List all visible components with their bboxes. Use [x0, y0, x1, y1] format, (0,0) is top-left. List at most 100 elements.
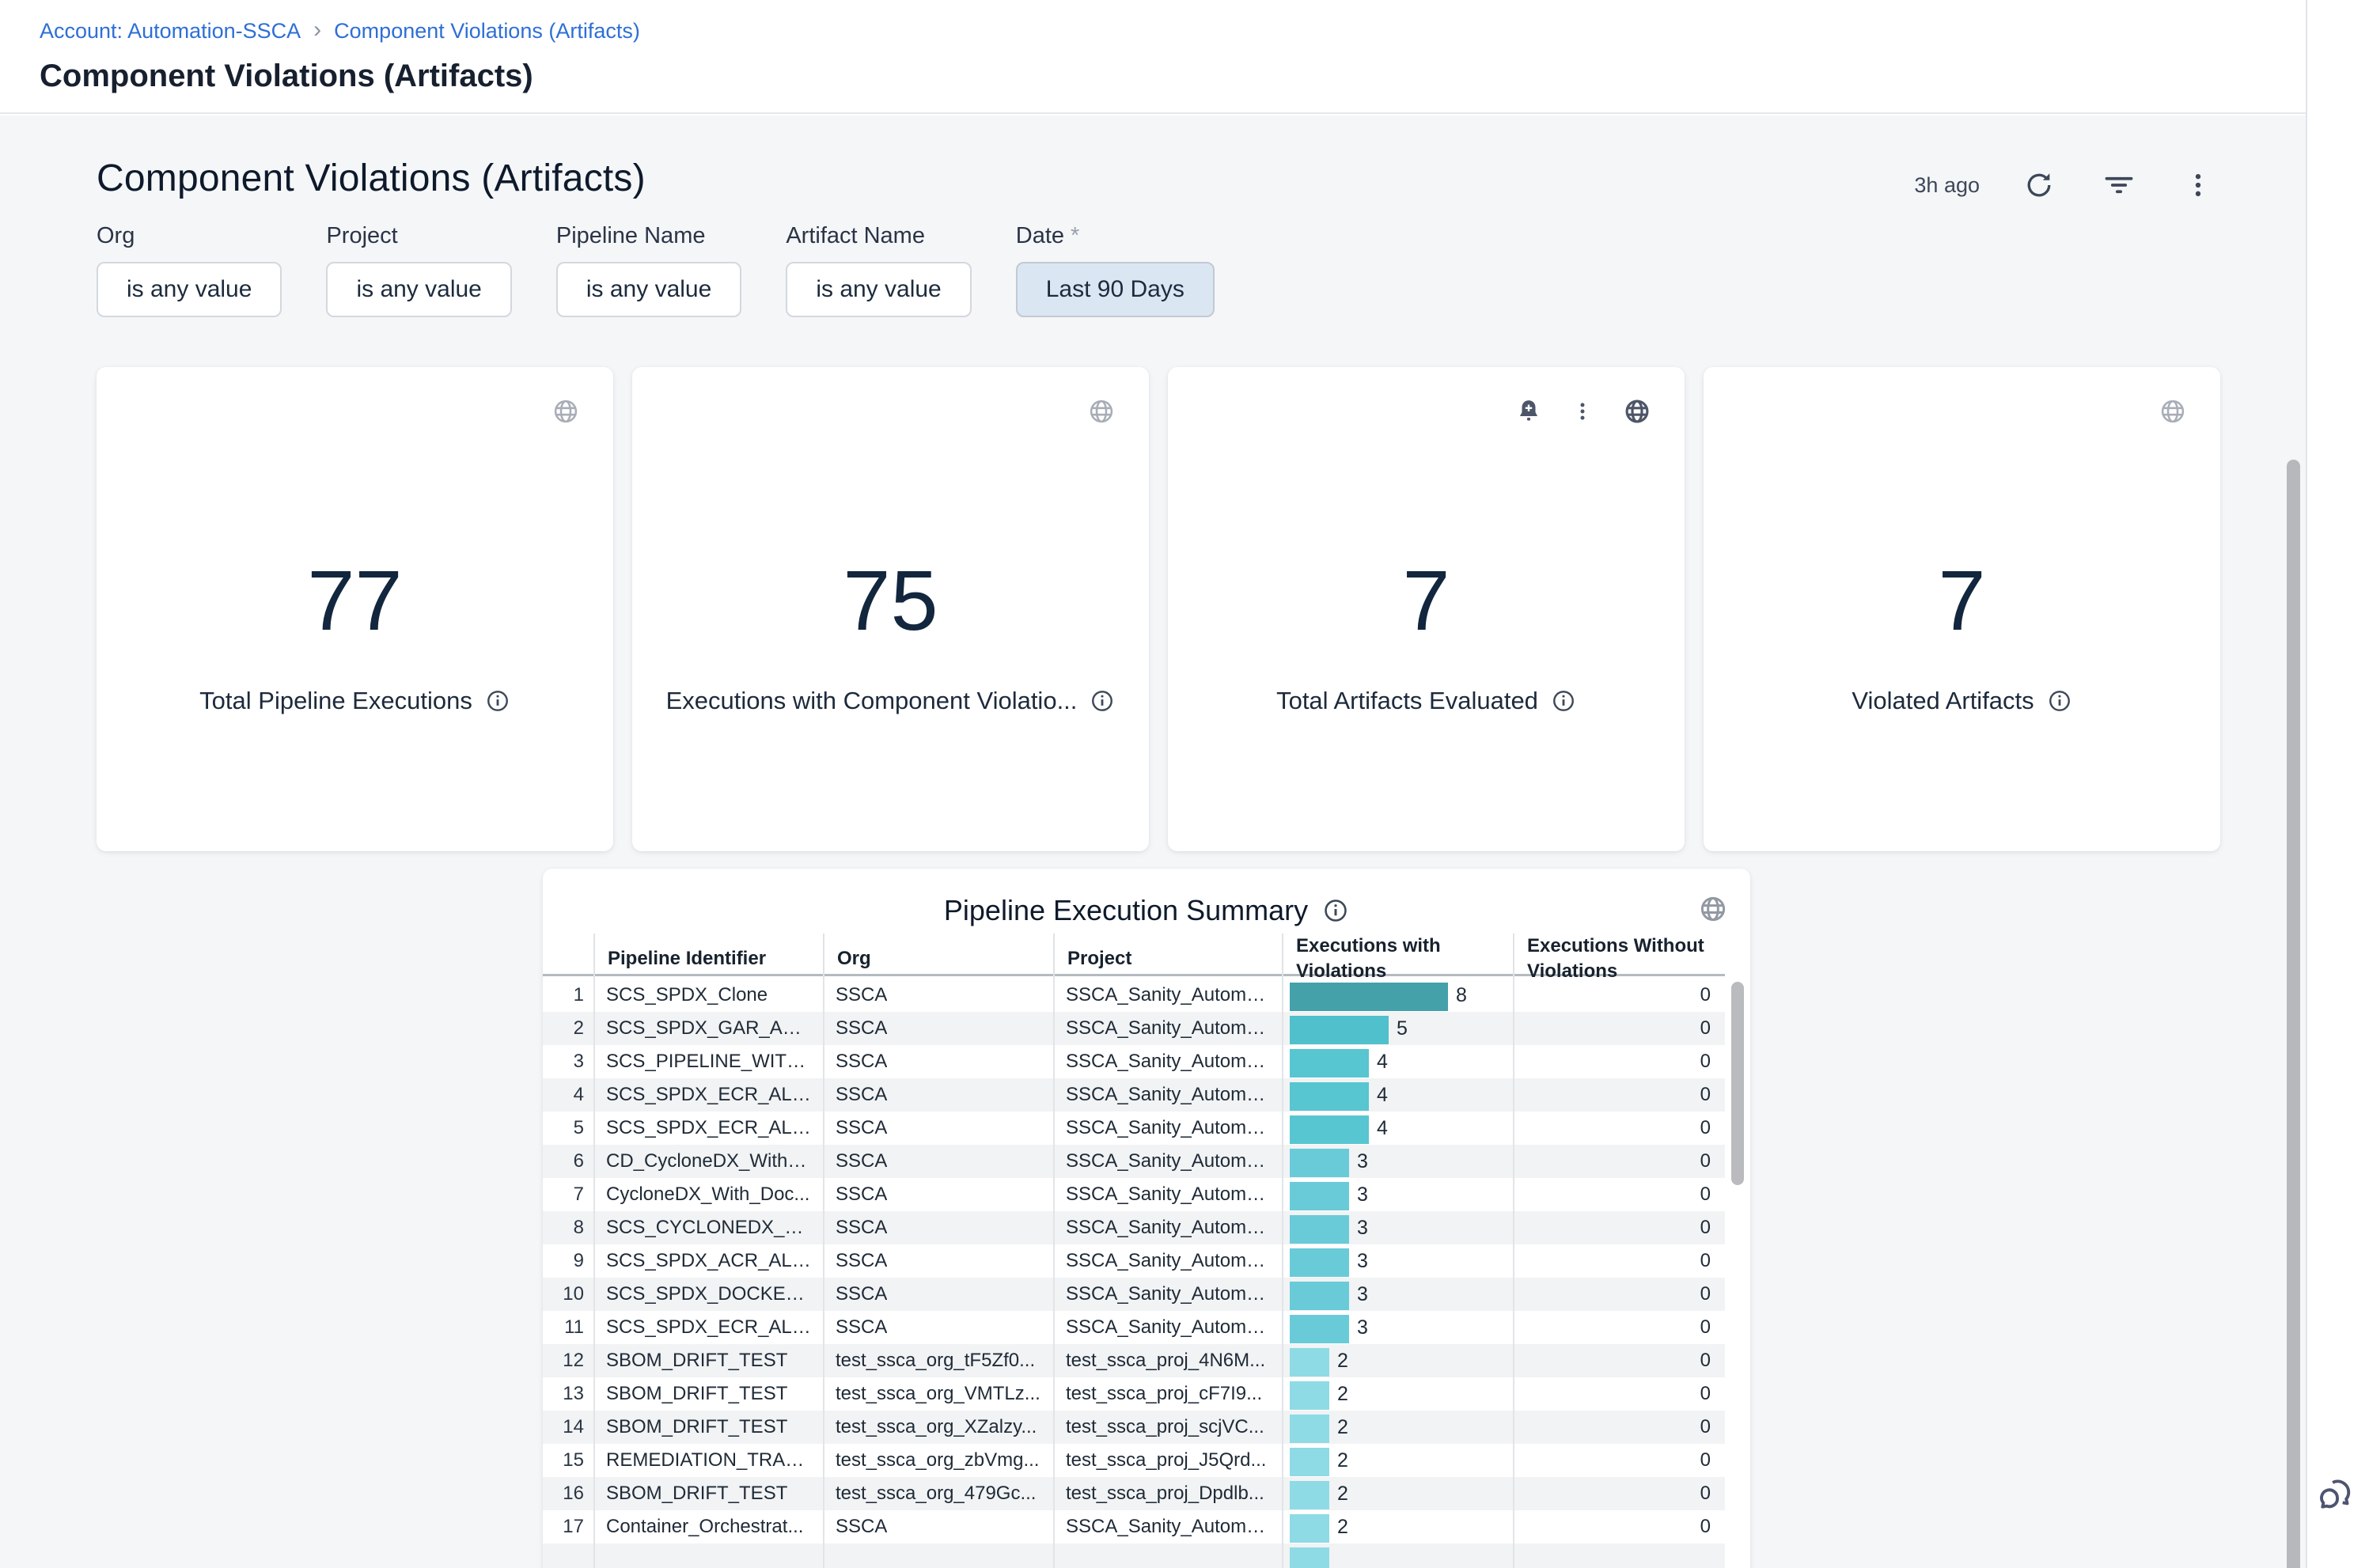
table-row[interactable]: 6CD_CycloneDX_With_...SSCASSCA_Sanity_Au…	[543, 1145, 1725, 1178]
refresh-button[interactable]	[2019, 165, 2059, 205]
violations-bar[interactable]	[1290, 1514, 1329, 1543]
column-header-executions-with-violations[interactable]: Executions with Violations	[1282, 934, 1513, 985]
table-cell: SSCA	[823, 1145, 1053, 1178]
card-explore-button[interactable]	[1084, 394, 1119, 429]
page-scrollbar-thumb[interactable]	[2287, 460, 2300, 1568]
table-row[interactable]: 4SCS_SPDX_ECR_ALL_...SSCASSCA_Sanity_Aut…	[543, 1078, 1725, 1112]
info-icon[interactable]	[1551, 688, 1576, 714]
card-explore-button[interactable]	[548, 394, 583, 429]
info-icon[interactable]	[2047, 688, 2072, 714]
table-explore-button[interactable]	[1695, 891, 1731, 927]
violations-bar[interactable]	[1290, 1348, 1329, 1377]
dashboard-menu-button[interactable]	[2179, 166, 2217, 204]
table-row[interactable]: 8SCS_CYCLONEDX_GA...SSCASSCA_Sanity_Auto…	[543, 1211, 1725, 1244]
violations-bar[interactable]	[1290, 1149, 1349, 1177]
table-cell: SBOM_DRIFT_TEST	[593, 1477, 823, 1510]
table-row[interactable]: 10SCS_SPDX_DOCKER_...SSCASSCA_Sanity_Aut…	[543, 1278, 1725, 1311]
table-cell: SSCA	[823, 1244, 1053, 1278]
table-row[interactable]: 16SBOM_DRIFT_TESTtest_ssca_org_479Gc...t…	[543, 1477, 1725, 1510]
table-cell	[823, 1543, 1053, 1568]
filter-org-value[interactable]: is any value	[97, 262, 282, 317]
table-scrollbar-thumb[interactable]	[1731, 982, 1744, 1185]
executions-with-violations-cell: 2	[1282, 1477, 1513, 1510]
violations-bar[interactable]	[1290, 983, 1448, 1011]
row-index-cell: 14	[543, 1411, 593, 1444]
table-row[interactable]: 5SCS_SPDX_ECR_ALL_...SSCASSCA_Sanity_Aut…	[543, 1112, 1725, 1145]
filter-project-value[interactable]: is any value	[326, 262, 511, 317]
violations-bar[interactable]	[1290, 1115, 1369, 1144]
required-asterisk: *	[1071, 223, 1079, 248]
filter-date-value[interactable]: Last 90 Days	[1016, 262, 1215, 317]
table-row[interactable]: 11SCS_SPDX_ECR_ALL_...SSCASSCA_Sanity_Au…	[543, 1311, 1725, 1344]
table-row[interactable]: 14SBOM_DRIFT_TESTtest_ssca_org_XZalzy...…	[543, 1411, 1725, 1444]
table-body: 1SCS_SPDX_CloneSSCASSCA_Sanity_Automa...…	[543, 979, 1725, 1568]
column-header-project[interactable]: Project	[1053, 934, 1282, 985]
violations-bar[interactable]	[1290, 1282, 1349, 1310]
dashboard-panel: Component Violations (Artifacts) 3h ago	[0, 116, 2306, 1568]
breadcrumb-account-link[interactable]: Account: Automation-SSCA	[40, 19, 301, 44]
filter-bar: Org is any value Project is any value Pi…	[97, 223, 1215, 317]
violations-bar[interactable]	[1290, 1215, 1349, 1244]
table-row[interactable]: 12SBOM_DRIFT_TESTtest_ssca_org_tF5Zf0...…	[543, 1344, 1725, 1377]
card-explore-button[interactable]	[1620, 394, 1655, 429]
column-header-executions-without-violations[interactable]: Executions Without Violations	[1513, 934, 1725, 985]
table-row[interactable]: 17Container_Orchestrat...SSCASSCA_Sanity…	[543, 1510, 1725, 1543]
info-icon[interactable]	[1322, 897, 1349, 924]
violations-bar[interactable]	[1290, 1182, 1349, 1210]
card-menu-button[interactable]	[1567, 396, 1598, 426]
table-cell: SCS_SPDX_ECR_ALL_...	[593, 1112, 823, 1145]
column-header-index	[543, 934, 593, 985]
table-cell: SSCA	[823, 1178, 1053, 1211]
table-row[interactable]	[543, 1543, 1725, 1568]
table-cell: SSCA_Sanity_Automa...	[1053, 1278, 1282, 1311]
violations-bar[interactable]	[1290, 1315, 1349, 1343]
violations-bar[interactable]	[1290, 1381, 1329, 1410]
executions-with-violations-cell: 4	[1282, 1045, 1513, 1078]
column-header-pipeline-identifier[interactable]: Pipeline Identifier	[593, 934, 823, 985]
violations-bar-value: 3	[1357, 1150, 1368, 1173]
violations-bar[interactable]	[1290, 1547, 1329, 1568]
violations-bar[interactable]	[1290, 1049, 1369, 1078]
page-title: Component Violations (Artifacts)	[40, 59, 533, 94]
card-alert-button[interactable]	[1512, 395, 1545, 428]
table-scrollbar-track[interactable]	[1727, 979, 1749, 1568]
row-index-cell: 8	[543, 1211, 593, 1244]
breadcrumb-separator-icon: ›	[313, 18, 321, 42]
table-row[interactable]: 2SCS_SPDX_GAR_ALL...SSCASSCA_Sanity_Auto…	[543, 1012, 1725, 1045]
table-row[interactable]: 13SBOM_DRIFT_TESTtest_ssca_org_VMTLz...t…	[543, 1377, 1725, 1411]
table-row[interactable]: 9SCS_SPDX_ACR_ALL...SSCASSCA_Sanity_Auto…	[543, 1244, 1725, 1278]
executions-with-violations-cell: 4	[1282, 1112, 1513, 1145]
support-chat-button[interactable]	[2315, 1473, 2360, 1517]
info-icon[interactable]	[1090, 688, 1115, 714]
executions-with-violations-cell	[1282, 1543, 1513, 1568]
info-icon[interactable]	[485, 688, 510, 714]
row-index-cell: 4	[543, 1078, 593, 1112]
violations-bar[interactable]	[1290, 1481, 1329, 1509]
table-row[interactable]: 1SCS_SPDX_CloneSSCASSCA_Sanity_Automa...…	[543, 979, 1725, 1012]
violations-bar[interactable]	[1290, 1082, 1369, 1111]
violations-bar[interactable]	[1290, 1016, 1389, 1044]
filter-pipeline-name-value[interactable]: is any value	[556, 262, 741, 317]
column-header-org[interactable]: Org	[823, 934, 1053, 985]
stat-cards-row: 77 Total Pipeline Executions 75 Executio…	[97, 367, 2220, 851]
stat-value: 75	[632, 551, 1149, 650]
filter-artifact-name-value[interactable]: is any value	[786, 262, 971, 317]
violations-bar[interactable]	[1290, 1248, 1349, 1277]
table-cell: SSCA_Sanity_Automa...	[1053, 1012, 1282, 1045]
violations-bar-value: 2	[1337, 1350, 1348, 1373]
stat-value: 7	[1168, 551, 1685, 650]
table-row[interactable]: 3SCS_PIPELINE_WITH...SSCASSCA_Sanity_Aut…	[543, 1045, 1725, 1078]
table-cell: SSCA	[823, 1078, 1053, 1112]
violations-bar[interactable]	[1290, 1448, 1329, 1476]
card-explore-button[interactable]	[2155, 394, 2190, 429]
executions-with-violations-cell: 3	[1282, 1311, 1513, 1344]
filters-button[interactable]	[2098, 165, 2140, 206]
card-total-artifacts-evaluated: 7 Total Artifacts Evaluated	[1168, 367, 1685, 851]
breadcrumb-current-link[interactable]: Component Violations (Artifacts)	[334, 19, 640, 44]
table-cell: SBOM_DRIFT_TEST	[593, 1377, 823, 1411]
violations-bar[interactable]	[1290, 1415, 1329, 1443]
globe-icon	[1087, 397, 1116, 426]
table-row[interactable]: 7CycloneDX_With_Doc...SSCASSCA_Sanity_Au…	[543, 1178, 1725, 1211]
row-index-cell: 5	[543, 1112, 593, 1145]
table-row[interactable]: 15REMEDIATION_TRAC...test_ssca_org_zbVmg…	[543, 1444, 1725, 1477]
